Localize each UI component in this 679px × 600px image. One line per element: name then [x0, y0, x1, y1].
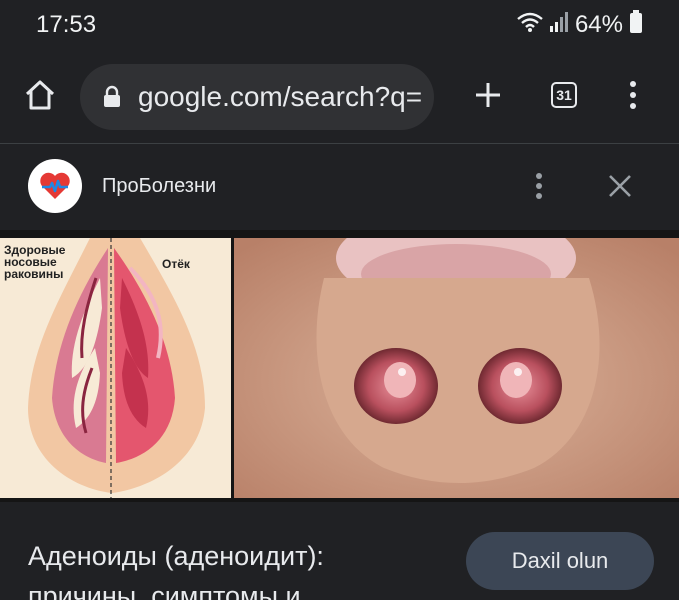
result-title[interactable]: Аденоиды (аденоидит): причины, симптомы …	[28, 536, 438, 600]
lock-icon	[102, 85, 122, 114]
battery-percent: 64%	[574, 10, 623, 38]
result-image[interactable]: Здоровые носовые раковины Отёк	[0, 230, 679, 502]
nose-photo-image	[234, 238, 679, 498]
source-more-button[interactable]	[524, 168, 554, 208]
new-tab-button[interactable]	[468, 77, 508, 117]
more-vert-icon	[535, 172, 543, 205]
diagram-label-healthy: Здоровые носовые раковины	[4, 243, 66, 281]
plus-icon	[473, 80, 503, 115]
visit-button[interactable]: Daxil olun	[466, 532, 654, 590]
wifi-icon	[517, 11, 543, 38]
home-button[interactable]	[20, 77, 60, 117]
overflow-menu-icon	[629, 80, 637, 115]
source-header: ПроБолезни	[0, 144, 679, 230]
diagram-label-swelling: Отёк	[162, 257, 190, 271]
status-icons: 64%	[517, 10, 643, 39]
close-icon	[608, 174, 632, 203]
source-close-button[interactable]	[600, 168, 640, 208]
browser-toolbar: google.com/search?q= 31	[0, 50, 679, 144]
home-icon	[23, 78, 57, 117]
tab-switcher-button[interactable]: 31	[551, 82, 577, 108]
signal-icon	[549, 11, 569, 38]
site-logo-icon[interactable]	[28, 159, 82, 213]
url-text: google.com/search?q=	[138, 81, 423, 112]
nasal-diagram-image: Здоровые носовые раковины Отёк	[0, 238, 231, 498]
status-bar: 17:53 64%	[0, 0, 679, 50]
status-time: 17:53	[36, 11, 97, 38]
result-details: Аденоиды (аденоидит): причины, симптомы …	[0, 502, 679, 600]
url-bar[interactable]: google.com/search?q=	[80, 64, 434, 130]
battery-icon	[629, 10, 643, 39]
overflow-menu-button[interactable]	[618, 77, 648, 117]
source-name[interactable]: ПроБолезни	[102, 175, 216, 198]
